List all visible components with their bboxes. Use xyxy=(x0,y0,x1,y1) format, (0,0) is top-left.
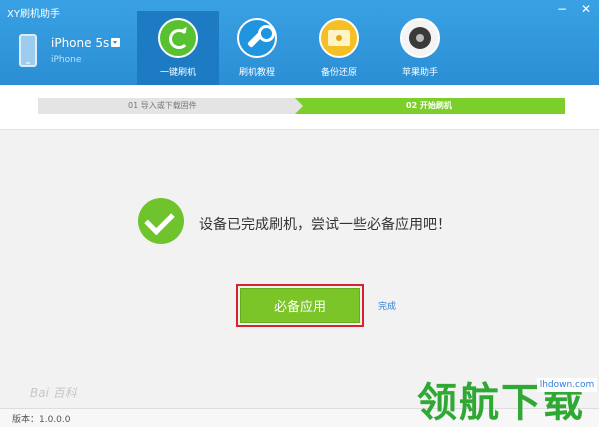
step-start-flash: 02 开始刷机 xyxy=(295,98,565,114)
tab-tutorial[interactable]: 刷机教程 xyxy=(216,11,298,85)
success-message: 设备已完成刷机，尝试一些必备应用吧！ xyxy=(199,217,451,233)
tab-apple-assistant[interactable]: 苹果助手 xyxy=(379,11,461,85)
phone-icon xyxy=(19,34,37,67)
essential-apps-button[interactable]: 必备应用 xyxy=(240,288,360,323)
site-watermark: 领航下载 lhdown.com xyxy=(417,368,599,427)
device-name: iPhone 5s xyxy=(51,36,110,50)
device-model: iPhone xyxy=(51,55,82,65)
tab-label: 一键刷机 xyxy=(159,68,196,78)
backup-icon xyxy=(319,18,359,58)
baidu-watermark: Bai 百科 xyxy=(30,386,77,400)
tab-label: 刷机教程 xyxy=(238,68,275,78)
main-content: 设备已完成刷机，尝试一些必备应用吧！ 必备应用 完成 Bai 百科 xyxy=(0,131,599,408)
done-link[interactable]: 完成 xyxy=(378,299,396,312)
watermark-url: lhdown.com xyxy=(537,378,597,392)
tab-backup-restore[interactable]: 备份还原 xyxy=(298,11,380,85)
app-title: XY刷机助手 xyxy=(7,9,60,20)
minimize-button[interactable]: − xyxy=(555,3,569,16)
check-icon xyxy=(138,198,184,244)
camera-icon xyxy=(400,18,440,58)
wrench-icon xyxy=(237,18,277,58)
tab-one-click-flash[interactable]: 一键刷机 xyxy=(137,11,219,85)
button-highlight: 必备应用 xyxy=(236,284,364,327)
close-button[interactable]: ✕ xyxy=(579,3,593,16)
version-label: 版本：1.0.0.0 xyxy=(12,415,71,425)
chevron-down-icon[interactable] xyxy=(111,38,120,47)
tab-label: 备份还原 xyxy=(320,68,357,78)
refresh-icon xyxy=(158,18,198,58)
device-selector[interactable]: iPhone 5s iPhone xyxy=(16,31,136,75)
title-header: XY刷机助手 − ✕ iPhone 5s iPhone 一键刷机 刷机教程 备份… xyxy=(0,0,599,85)
window-controls: − ✕ xyxy=(555,3,593,16)
step-progress-bar: 01 导入或下载固件 02 开始刷机 xyxy=(0,85,599,130)
step-import-firmware: 01 导入或下载固件 xyxy=(38,98,311,114)
tab-label: 苹果助手 xyxy=(401,68,438,78)
